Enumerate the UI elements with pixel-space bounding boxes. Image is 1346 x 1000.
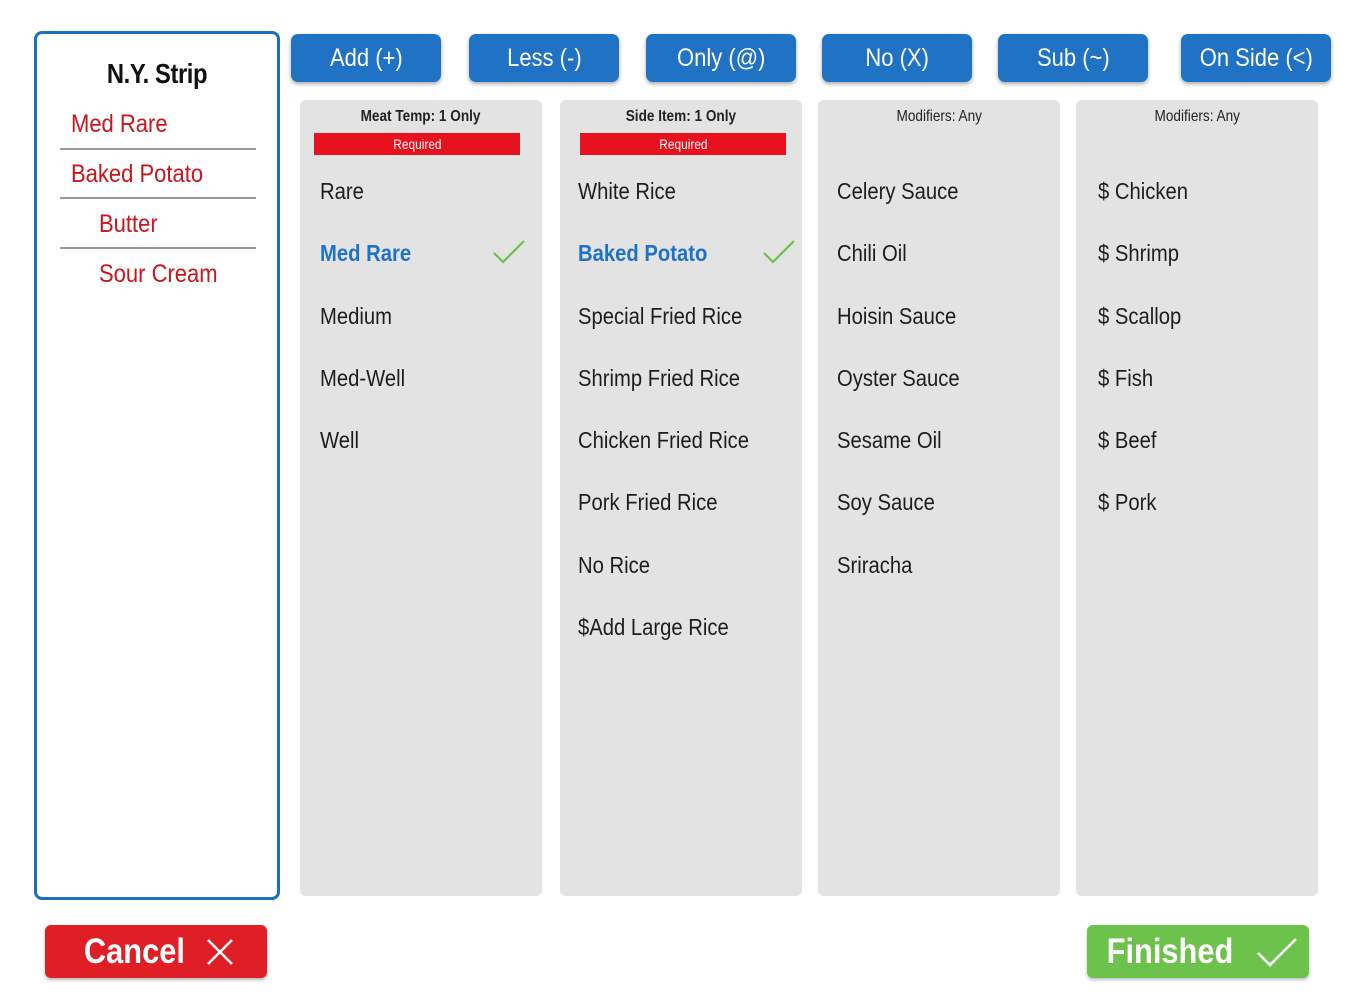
option-no-rice[interactable]: No Rice (578, 546, 792, 586)
check-icon (493, 240, 525, 264)
option-sesame-oil[interactable]: Sesame Oil (837, 421, 1050, 461)
option-white-rice[interactable]: White Rice (578, 172, 792, 212)
sub-modifier-button[interactable]: Sub (~) (998, 34, 1148, 82)
option-pork-fried-rice[interactable]: Pork Fried Rice (578, 483, 792, 523)
cancel-button[interactable]: Cancel (45, 925, 267, 978)
option-fish[interactable]: $ Fish (1098, 359, 1308, 399)
option-shrimp-fried-rice[interactable]: Shrimp Fried Rice (578, 359, 792, 399)
order-line-side[interactable]: Baked Potato (71, 160, 203, 189)
column-header: Side Item: 1 Only (625, 108, 737, 125)
option-sriracha[interactable]: Sriracha (837, 546, 1050, 586)
option-chicken-fried-rice[interactable]: Chicken Fried Rice (578, 421, 792, 461)
order-summary-panel: N.Y. Strip Med Rare Baked Potato Butter … (34, 31, 280, 900)
check-icon (763, 240, 795, 264)
required-badge: Required (580, 133, 786, 155)
option-oyster-sauce[interactable]: Oyster Sauce (837, 359, 1050, 399)
option-shrimp[interactable]: $ Shrimp (1098, 234, 1308, 274)
column-header: Meat Temp: 1 Only (361, 108, 481, 125)
option-soy-sauce[interactable]: Soy Sauce (837, 483, 1050, 523)
option-scallop[interactable]: $ Scallop (1098, 297, 1308, 337)
order-divider (60, 148, 256, 150)
option-chili-oil[interactable]: Chili Oil (837, 234, 1050, 274)
option-well[interactable]: Well (320, 421, 532, 461)
option-special-fried-rice[interactable]: Special Fried Rice (578, 297, 792, 337)
add-modifier-button[interactable]: Add (+) (291, 34, 441, 82)
only-modifier-button[interactable]: Only (@) (646, 34, 796, 82)
close-icon (207, 938, 234, 965)
option-medium[interactable]: Medium (320, 297, 532, 337)
column-header: Modifiers: Any (896, 108, 982, 125)
option-hoisin-sauce[interactable]: Hoisin Sauce (837, 297, 1050, 337)
column-header: Modifiers: Any (1154, 108, 1240, 125)
order-line-topping[interactable]: Butter (99, 210, 158, 239)
option-beef[interactable]: $ Beef (1098, 421, 1308, 461)
meat-temp-column: Meat Temp: 1 Only Required Rare Med Rare… (300, 100, 542, 896)
finished-button[interactable]: Finished (1087, 925, 1309, 978)
required-badge: Required (314, 133, 520, 155)
check-icon (1257, 937, 1297, 967)
option-rare[interactable]: Rare (320, 172, 532, 212)
less-modifier-button[interactable]: Less (-) (469, 34, 619, 82)
option-pork[interactable]: $ Pork (1098, 483, 1308, 523)
option-baked-potato[interactable]: Baked Potato (578, 234, 795, 274)
option-med-rare[interactable]: Med Rare (320, 234, 532, 274)
order-divider (60, 247, 256, 249)
option-celery-sauce[interactable]: Celery Sauce (837, 172, 1050, 212)
no-modifier-button[interactable]: No (X) (822, 34, 972, 82)
order-item-title: N.Y. Strip (106, 58, 208, 89)
option-med-well[interactable]: Med-Well (320, 359, 532, 399)
order-line-topping[interactable]: Sour Cream (99, 260, 218, 289)
sauce-modifiers-column: Modifiers: Any Celery Sauce Chili Oil Ho… (818, 100, 1060, 896)
order-divider (60, 197, 256, 199)
on-side-modifier-button[interactable]: On Side (<) (1181, 34, 1331, 82)
protein-modifiers-column: Modifiers: Any $ Chicken $ Shrimp $ Scal… (1076, 100, 1318, 896)
option-chicken[interactable]: $ Chicken (1098, 172, 1308, 212)
option-add-large-rice[interactable]: $Add Large Rice (578, 608, 792, 648)
order-line-temp[interactable]: Med Rare (71, 110, 168, 139)
side-item-column: Side Item: 1 Only Required White Rice Ba… (560, 100, 802, 896)
